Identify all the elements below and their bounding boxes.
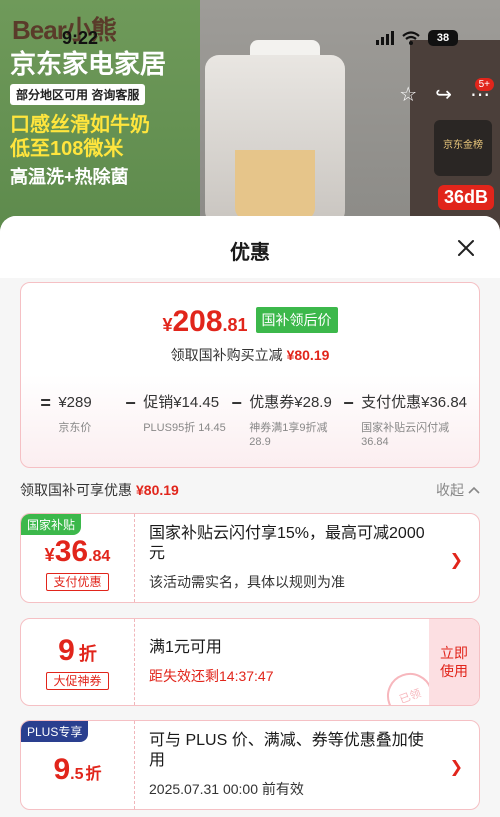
product-liquid — [235, 150, 315, 220]
offer-title: 可与 PLUS 价、满减、券等优惠叠加使用 — [149, 732, 424, 769]
formula-sub: PLUS95折 14.45 — [143, 422, 226, 434]
subsidy-label-text: 领取国补可享优惠 — [20, 482, 132, 498]
offer-value-panel: ¥36.84 支付优惠 — [21, 514, 135, 602]
battery-icon: 38 — [428, 30, 458, 46]
offer-discount: 9.5 折 — [53, 753, 101, 787]
formula-item-promotion: 促销¥14.45 PLUS95折 14.45 — [143, 393, 228, 435]
formula-sub: 神券满1享9折减 28.9 — [249, 422, 328, 448]
promo-headline: 京东家电家居 — [10, 49, 167, 79]
promo-badge: 部分地区可用 咨询客服 — [10, 84, 146, 105]
subsidy-amount: ¥80.19 — [136, 482, 179, 498]
saving-row: 领取国补购买立减 ¥80.19 — [21, 345, 479, 365]
offer-card-coupon[interactable]: 9折 大促神券 满1元可用 距失效还剩14:37:47 已领 立即使用 — [20, 618, 480, 706]
formula-value: ¥289 — [58, 394, 92, 411]
price-formula: = ¥289 京东价 − 促销¥14.45 PLUS95折 14.45 − 优惠… — [37, 393, 469, 449]
price-currency: ¥ — [162, 315, 173, 335]
message-count-badge: 5+ — [474, 78, 494, 91]
final-price: ¥208.81 — [162, 305, 247, 339]
offer-type-tag: 大促神券 — [46, 672, 109, 690]
wifi-icon — [402, 31, 420, 45]
price-breakdown-card: ¥208.81 国补领后价 领取国补购买立减 ¥80.19 = ¥289 京东价 … — [20, 282, 480, 468]
formula-operator: = — [40, 393, 51, 413]
formula-value: 优惠券¥28.9 — [249, 394, 332, 411]
collapse-label: 收起 — [436, 482, 464, 498]
noise-badge: 36dB — [437, 185, 494, 210]
formula-sub: 京东价 — [58, 422, 92, 434]
offer-decimal: .84 — [88, 548, 111, 565]
promo-feature-1: 口感丝滑如牛奶 — [10, 114, 150, 136]
offer-amount: ¥36.84 — [45, 535, 111, 569]
subsidy-section-label: 领取国补可享优惠 ¥80.19 — [20, 480, 179, 500]
sheet-title: 优惠 — [230, 242, 270, 264]
formula-operator: − — [343, 393, 354, 413]
saving-amount: ¥80.19 — [286, 347, 330, 363]
formula-value: 支付优惠¥36.84 — [361, 394, 468, 411]
offer-details: 可与 PLUS 价、满减、券等优惠叠加使用 2025.07.31 00:00 前… — [149, 721, 439, 809]
offer-type-tag: 支付优惠 — [46, 573, 109, 591]
offer-details: 满1元可用 距失效还剩14:37:47 — [149, 619, 419, 705]
price-decimal: .81 — [222, 315, 248, 335]
use-now-label: 立即使用 — [440, 645, 468, 679]
formula-sub: 国家补贴云闪付减 36.84 — [361, 422, 450, 448]
offer-integer: 36 — [54, 535, 89, 568]
favorite-icon[interactable]: ☆ — [399, 82, 417, 107]
offer-details: 国家补贴云闪付享15%，最高可减2000元 该活动需实名，具体以规则为准 — [149, 514, 439, 602]
formula-item-payment: 支付优惠¥36.84 国家补贴云闪付减 36.84 — [361, 393, 469, 449]
formula-item-coupon: 优惠券¥28.9 神券满1享9折减 28.9 — [249, 393, 340, 449]
offer-unit: 折 — [78, 644, 97, 664]
offer-card-national-subsidy[interactable]: 国家补贴 ¥36.84 支付优惠 国家补贴云闪付享15%，最高可减2000元 该… — [20, 513, 480, 603]
saving-label: 领取国补购买立减 — [170, 347, 283, 363]
offer-integer: 9 — [58, 634, 75, 667]
formula-value: 促销¥14.45 — [143, 394, 220, 411]
close-icon[interactable] — [456, 238, 476, 258]
close-button[interactable] — [456, 238, 476, 258]
offer-title: 国家补贴云闪付享15%，最高可减2000元 — [149, 525, 425, 562]
subsidy-section-header: 领取国补可享优惠 ¥80.19 收起 — [20, 480, 480, 500]
offer-title: 满1元可用 — [149, 639, 222, 656]
promo-text: 京东家电家居 部分地区可用 咨询客服 口感丝滑如牛奶 低至108微米 高温洗+热… — [10, 50, 185, 189]
final-price-row: ¥208.81 国补领后价 — [21, 305, 479, 339]
offer-value-panel: 9折 大促神券 — [21, 619, 135, 705]
signal-icon — [376, 31, 394, 45]
chevron-right-icon[interactable]: ❯ — [450, 550, 463, 570]
gold-list-badge[interactable]: 京东金榜 — [434, 120, 492, 176]
share-icon[interactable]: ↪ — [435, 82, 452, 107]
discount-sheet: 优惠 ¥208.81 国补领后价 领取国补购买立减 ¥80.19 = ¥289 京… — [0, 216, 500, 817]
offer-expiry: 2025.07.31 00:00 前有效 — [149, 781, 304, 797]
offer-decimal: .5 — [70, 766, 84, 783]
formula-item-jd-price: ¥289 京东价 — [58, 393, 122, 435]
formula-operator: − — [231, 393, 242, 413]
offer-value-panel: 9.5 折 — [21, 721, 135, 809]
promo-feature-3: 高温洗+热除菌 — [10, 167, 129, 187]
use-now-button[interactable]: 立即使用 — [429, 619, 479, 705]
offer-card-plus[interactable]: PLUS专享 9.5 折 可与 PLUS 价、满减、券等优惠叠加使用 2025.0… — [20, 720, 480, 810]
price-integer: 208 — [172, 305, 223, 338]
offer-integer: 9 — [53, 753, 71, 786]
promo-feature-2: 低至108微米 — [10, 138, 124, 160]
product-background: Bear小熊 9:22 38 京东家电家居 部分地区可用 咨询客服 口感丝滑如牛… — [0, 0, 500, 240]
chevron-up-icon — [468, 486, 480, 494]
offer-currency: ¥ — [44, 545, 55, 565]
collapse-button[interactable]: 收起 — [436, 480, 480, 500]
offer-subtitle: 该活动需实名，具体以规则为准 — [149, 574, 345, 590]
status-icons: 38 — [376, 30, 458, 46]
offer-discount: 9折 — [58, 634, 97, 668]
national-subsidy-price-tag: 国补领后价 — [255, 307, 338, 333]
offer-countdown: 距失效还剩14:37:47 — [149, 668, 274, 684]
offer-unit: 折 — [85, 766, 102, 783]
sheet-header: 优惠 — [0, 216, 500, 278]
chevron-right-icon[interactable]: ❯ — [450, 757, 463, 777]
formula-operator: − — [125, 393, 136, 413]
status-time: 9:22 — [62, 28, 99, 48]
